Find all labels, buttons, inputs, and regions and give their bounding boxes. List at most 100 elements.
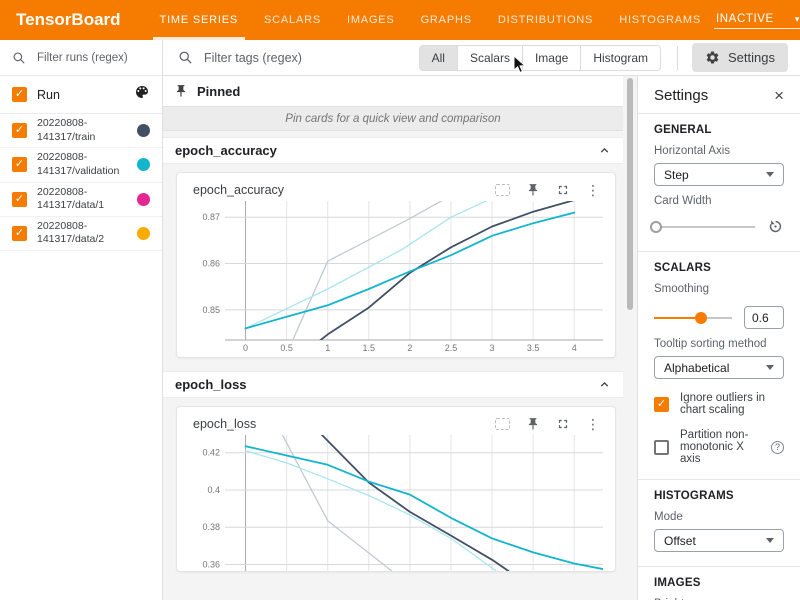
horizontal-axis-select[interactable]: Step xyxy=(654,163,784,186)
run-checkbox[interactable] xyxy=(12,123,27,138)
tags-toolbar: AllScalarsImageHistogram Settings xyxy=(163,40,800,76)
filter-tags-input[interactable] xyxy=(202,50,392,66)
tooltip-sort-label: Tooltip sorting method xyxy=(654,338,784,350)
main-content: Pinned Pin cards for a quick view and co… xyxy=(163,76,637,600)
nav-tabs: TIME SERIESSCALARSIMAGESGRAPHSDISTRIBUTI… xyxy=(147,0,714,40)
pin-icon[interactable] xyxy=(526,183,540,197)
more-options-icon[interactable]: ⋮ xyxy=(586,183,600,197)
settings-general-section: GENERAL Horizontal Axis Step Card Width xyxy=(638,114,800,251)
svg-text:2.5: 2.5 xyxy=(445,343,458,353)
run-name: 20220808-141317/train xyxy=(37,117,95,144)
chevron-down-icon xyxy=(766,538,774,543)
run-list: 20220808-141317/train 20220808-141317/val… xyxy=(0,114,162,251)
horizontal-axis-label: Horizontal Axis xyxy=(654,145,784,157)
tab-scalars[interactable]: SCALARS xyxy=(251,0,334,40)
runs-header-label: Run xyxy=(37,88,60,102)
histogram-mode-label: Mode xyxy=(654,511,784,523)
run-status-select[interactable]: INACTIVE ▾ xyxy=(714,11,800,29)
select-all-runs-checkbox[interactable] xyxy=(12,87,27,102)
svg-text:2: 2 xyxy=(407,343,412,353)
run-checkbox[interactable] xyxy=(12,157,27,172)
svg-text:0.42: 0.42 xyxy=(202,448,220,458)
settings-scalars-section: SCALARS Smoothing 0.6 Tooltip sorting me… xyxy=(638,252,800,479)
svg-text:0.36: 0.36 xyxy=(202,559,220,569)
run-color-dot xyxy=(137,158,150,171)
chevron-down-icon xyxy=(766,365,774,370)
run-name: 20220808-141317/data/1 xyxy=(37,186,104,213)
svg-text:0.5: 0.5 xyxy=(280,343,293,353)
svg-text:0.85: 0.85 xyxy=(202,305,220,315)
settings-button-label: Settings xyxy=(728,50,775,65)
toolbar-divider xyxy=(677,46,678,70)
partition-x-axis-checkbox-row[interactable]: Partition non-monotonic X axis ? xyxy=(654,429,784,465)
section-header-epoch-loss[interactable]: epoch_loss xyxy=(163,371,623,398)
gear-icon xyxy=(705,50,720,65)
pin-hint-banner: Pin cards for a quick view and compariso… xyxy=(163,106,623,131)
svg-text:1.5: 1.5 xyxy=(363,343,376,353)
histogram-mode-select[interactable]: Offset xyxy=(654,529,784,552)
tab-time-series[interactable]: TIME SERIES xyxy=(147,0,251,40)
pin-icon xyxy=(174,84,188,98)
filter-button-scalars[interactable]: Scalars xyxy=(457,46,522,70)
run-color-dot xyxy=(137,227,150,240)
app-logo: TensorBoard xyxy=(0,0,147,40)
fullscreen-icon[interactable] xyxy=(556,183,570,197)
settings-button[interactable]: Settings xyxy=(692,43,788,72)
tab-distributions[interactable]: DISTRIBUTIONS xyxy=(485,0,606,40)
app-header: TensorBoard TIME SERIESSCALARSIMAGESGRAP… xyxy=(0,0,800,40)
smoothing-label: Smoothing xyxy=(654,283,784,295)
run-row[interactable]: 20220808-141317/validation xyxy=(0,148,162,182)
partition-x-axis-checkbox[interactable] xyxy=(654,440,669,455)
pin-icon[interactable] xyxy=(526,417,540,431)
scalar-card-epoch-loss: epoch_loss ⋮ 0.360.380.40.42 xyxy=(176,406,616,572)
header-actions: INACTIVE ▾ xyxy=(714,0,800,40)
fit-to-data-icon[interactable] xyxy=(495,184,510,196)
card-title: epoch_accuracy xyxy=(193,183,284,197)
reset-icon[interactable] xyxy=(767,218,784,235)
run-checkbox[interactable] xyxy=(12,226,27,241)
tab-images[interactable]: IMAGES xyxy=(334,0,408,40)
pinned-label: Pinned xyxy=(197,84,240,99)
tag-type-filter-group: AllScalarsImageHistogram xyxy=(419,45,661,71)
filter-runs-input[interactable] xyxy=(35,51,145,65)
run-name: 20220808-141317/data/2 xyxy=(37,220,104,247)
filter-button-histogram[interactable]: Histogram xyxy=(580,46,660,70)
fit-to-data-icon[interactable] xyxy=(495,418,510,430)
svg-text:1: 1 xyxy=(325,343,330,353)
search-icon xyxy=(12,51,26,65)
palette-icon[interactable] xyxy=(134,84,150,105)
fullscreen-icon[interactable] xyxy=(556,417,570,431)
run-name: 20220808-141317/validation xyxy=(37,151,119,178)
run-status-value: INACTIVE xyxy=(716,13,774,25)
settings-histograms-section: HISTOGRAMS Mode Offset xyxy=(638,480,800,566)
chevron-down-icon xyxy=(766,172,774,177)
card-width-slider[interactable] xyxy=(654,221,755,233)
close-icon[interactable]: × xyxy=(774,87,784,104)
run-checkbox[interactable] xyxy=(12,192,27,207)
svg-text:0: 0 xyxy=(243,343,248,353)
ignore-outliers-checkbox-row[interactable]: Ignore outliers in chart scaling xyxy=(654,392,784,416)
card-width-label: Card Width xyxy=(654,195,784,207)
more-options-icon[interactable]: ⋮ xyxy=(586,417,600,431)
epoch-accuracy-chart[interactable]: 0.850.860.8700.511.522.533.54 xyxy=(185,197,607,357)
chevron-up-icon xyxy=(598,378,611,391)
run-row[interactable]: 20220808-141317/data/2 xyxy=(0,217,162,251)
smoothing-value-input[interactable]: 0.6 xyxy=(744,306,784,329)
run-row[interactable]: 20220808-141317/data/1 xyxy=(0,183,162,217)
filter-button-all[interactable]: All xyxy=(420,46,457,70)
ignore-outliers-checkbox[interactable] xyxy=(654,397,669,412)
tooltip-sort-select[interactable]: Alphabetical xyxy=(654,356,784,379)
tab-graphs[interactable]: GRAPHS xyxy=(408,0,485,40)
help-icon[interactable]: ? xyxy=(771,441,784,454)
tab-histograms[interactable]: HISTOGRAMS xyxy=(606,0,714,40)
epoch-loss-chart[interactable]: 0.360.380.40.42 xyxy=(185,431,607,571)
main-scrollbar[interactable] xyxy=(627,78,633,310)
card-title: epoch_loss xyxy=(193,417,256,431)
pinned-header: Pinned xyxy=(163,76,623,106)
run-color-dot xyxy=(137,124,150,137)
run-row[interactable]: 20220808-141317/train xyxy=(0,114,162,148)
section-header-epoch-accuracy[interactable]: epoch_accuracy xyxy=(163,137,623,164)
settings-panel: Settings × GENERAL Horizontal Axis Step … xyxy=(637,76,800,600)
smoothing-slider[interactable] xyxy=(654,312,732,324)
filter-button-image[interactable]: Image xyxy=(522,46,580,70)
